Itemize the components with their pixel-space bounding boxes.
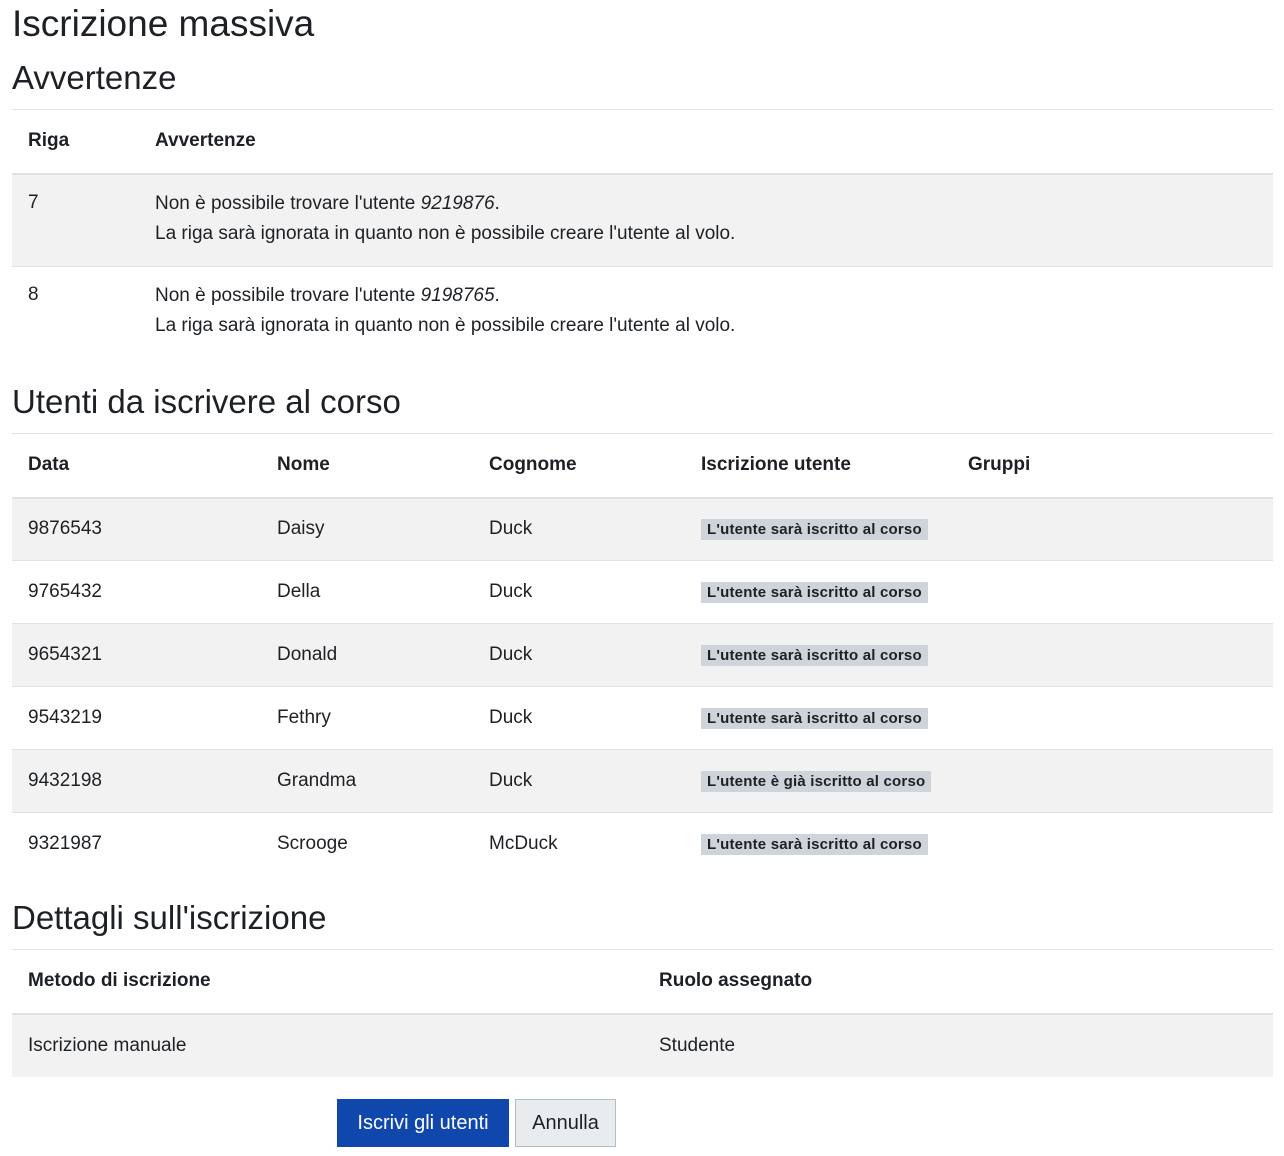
cancel-button[interactable]: Annulla xyxy=(515,1099,616,1147)
status-badge: L'utente sarà iscritto al corso xyxy=(701,519,928,541)
cell-gruppi xyxy=(952,623,1273,687)
details-title: Dettagli sull'iscrizione xyxy=(12,899,327,936)
status-badge: L'utente sarà iscritto al corso xyxy=(701,645,928,666)
cell-gruppi xyxy=(952,560,1273,624)
status-badge: L'utente sarà iscritto al corso xyxy=(701,708,928,729)
column-header-cognome: Cognome xyxy=(473,433,685,499)
details-header-row: Metodo di iscrizione Ruolo assegnato xyxy=(12,949,1273,1015)
warning-row-number: 8 xyxy=(12,266,139,360)
table-row: 9321987 Scrooge McDuck L'utente sarà isc… xyxy=(12,812,1273,876)
column-header-riga: Riga xyxy=(12,109,139,175)
warning-user-id: 9219876 xyxy=(420,192,495,214)
enrolment-method-value: Iscrizione manuale xyxy=(12,1013,643,1077)
warnings-header-row: Riga Avvertenze xyxy=(12,109,1273,175)
column-header-metodo: Metodo di iscrizione xyxy=(12,949,643,1015)
warning-message: Non è possibile trovare l'utente 9219876… xyxy=(139,173,1273,267)
users-table: Data Nome Cognome Iscrizione utente Grup… xyxy=(12,433,1273,876)
warning-row-number: 7 xyxy=(12,173,139,267)
warning-row: 8 Non è possibile trovare l'utente 91987… xyxy=(12,266,1273,360)
cell-nome: Scrooge xyxy=(261,812,473,876)
details-row: Iscrizione manuale Studente xyxy=(12,1013,1273,1077)
table-row: 9543219 Fethry Duck L'utente sarà iscrit… xyxy=(12,686,1273,750)
enrol-users-button[interactable]: Iscrivi gli utenti xyxy=(337,1099,509,1147)
cell-iscrizione: L'utente è già iscritto al corso xyxy=(685,749,952,813)
warning-text: Non è possibile trovare l'utente xyxy=(155,285,421,306)
cell-gruppi xyxy=(952,749,1273,813)
status-badge: L'utente sarà iscritto al corso xyxy=(701,834,928,856)
cell-cognome: Duck xyxy=(473,497,685,561)
cell-nome: Donald xyxy=(261,623,473,687)
column-header-ruolo: Ruolo assegnato xyxy=(643,949,1273,1015)
cell-iscrizione: L'utente sarà iscritto al corso xyxy=(685,497,952,561)
users-header-row: Data Nome Cognome Iscrizione utente Grup… xyxy=(12,433,1273,499)
cell-iscrizione: L'utente sarà iscritto al corso xyxy=(685,560,952,624)
table-row: 9432198 Grandma Duck L'utente è già iscr… xyxy=(12,749,1273,813)
cell-iscrizione: L'utente sarà iscritto al corso xyxy=(685,623,952,687)
cell-iscrizione: L'utente sarà iscritto al corso xyxy=(685,812,952,876)
warning-row: 7 Non è possibile trovare l'utente 92198… xyxy=(12,173,1273,267)
cell-data: 9543219 xyxy=(12,686,261,750)
cell-iscrizione: L'utente sarà iscritto al corso xyxy=(685,686,952,750)
column-header-iscrizione: Iscrizione utente xyxy=(685,433,952,499)
page-title: Iscrizione massiva xyxy=(12,3,315,44)
cell-data: 9654321 xyxy=(12,623,261,687)
users-title: Utenti da iscrivere al corso xyxy=(12,383,401,420)
table-row: 9765432 Della Duck L'utente sarà iscritt… xyxy=(12,560,1273,624)
cell-data: 9321987 xyxy=(12,812,261,876)
warning-detail: La riga sarà ignorata in quanto non è po… xyxy=(155,222,736,244)
details-table: Metodo di iscrizione Ruolo assegnato Isc… xyxy=(12,949,1273,1077)
cell-cognome: Duck xyxy=(473,749,685,813)
warning-detail: La riga sarà ignorata in quanto non è po… xyxy=(155,315,736,336)
cell-gruppi xyxy=(952,812,1273,876)
cell-nome: Grandma xyxy=(261,749,473,813)
cell-nome: Della xyxy=(261,560,473,624)
warnings-table: Riga Avvertenze 7 Non è possibile trovar… xyxy=(12,109,1273,360)
cell-cognome: Duck xyxy=(473,686,685,750)
warnings-title: Avvertenze xyxy=(12,59,177,96)
column-header-avvertenze: Avvertenze xyxy=(139,109,1273,175)
warning-message: Non è possibile trovare l'utente 9198765… xyxy=(139,266,1273,360)
cell-cognome: Duck xyxy=(473,560,685,624)
cell-cognome: Duck xyxy=(473,623,685,687)
cell-data: 9876543 xyxy=(12,497,261,561)
table-row: 9876543 Daisy Duck L'utente sarà iscritt… xyxy=(12,497,1273,561)
warning-text: Non è possibile trovare l'utente xyxy=(155,192,421,214)
cell-cognome: McDuck xyxy=(473,812,685,876)
column-header-nome: Nome xyxy=(261,433,473,499)
status-badge: L'utente è già iscritto al corso xyxy=(701,771,932,792)
warning-punct: . xyxy=(494,192,500,214)
assigned-role-value: Studente xyxy=(643,1013,1273,1077)
column-header-gruppi: Gruppi xyxy=(952,433,1273,499)
warning-punct: . xyxy=(494,285,500,306)
cell-gruppi xyxy=(952,497,1273,561)
status-badge: L'utente sarà iscritto al corso xyxy=(701,582,928,603)
table-row: 9654321 Donald Duck L'utente sarà iscrit… xyxy=(12,623,1273,687)
cell-gruppi xyxy=(952,686,1273,750)
cell-data: 9432198 xyxy=(12,749,261,813)
warning-user-id: 9198765 xyxy=(420,285,495,306)
cell-nome: Daisy xyxy=(261,497,473,561)
cell-nome: Fethry xyxy=(261,686,473,750)
cell-data: 9765432 xyxy=(12,560,261,624)
column-header-data: Data xyxy=(12,433,261,499)
